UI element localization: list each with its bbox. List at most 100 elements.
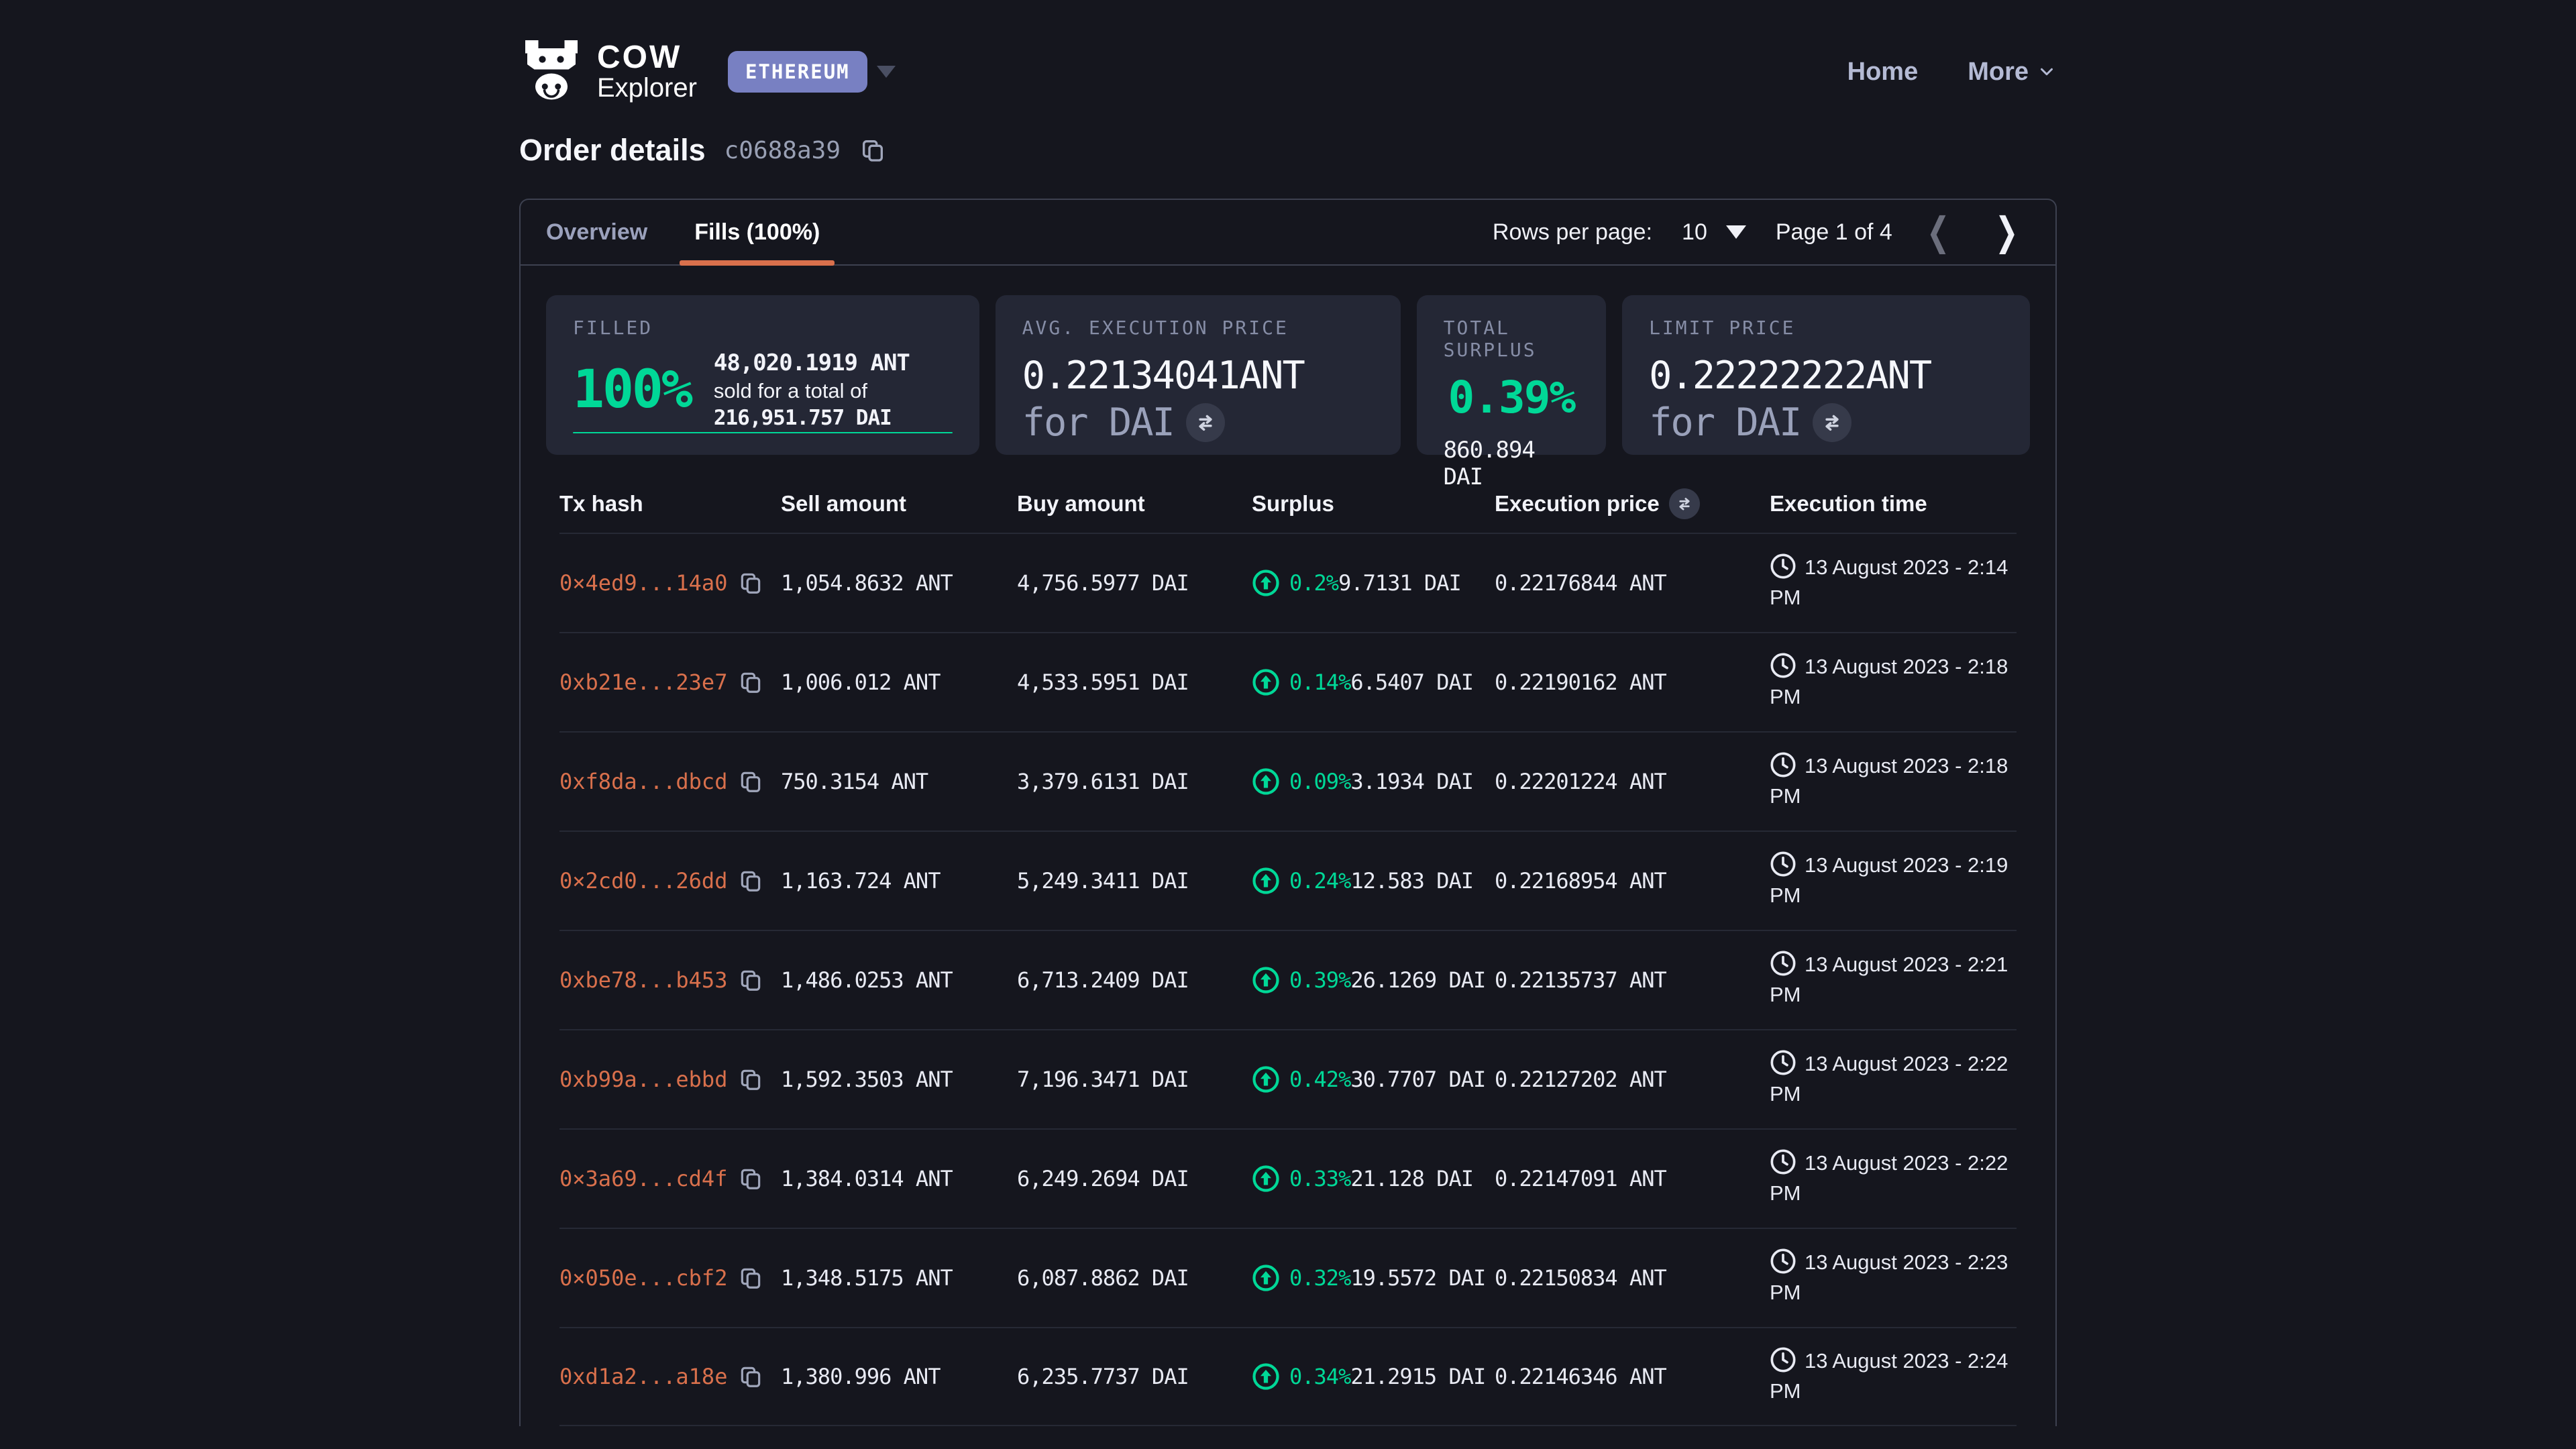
filled-detail: 48,020.1919 ANT sold for a total of 216,…	[714, 348, 953, 432]
total-surplus-amount: 860.894 DAI	[1444, 437, 1579, 490]
surplus-cell: 0.33% 21.128 DAI	[1252, 1165, 1495, 1193]
network-badge[interactable]: ETHEREUM	[728, 51, 867, 93]
tx-hash-link[interactable]: 0xd1a2...a18e	[559, 1364, 727, 1389]
surplus-up-icon	[1252, 569, 1280, 597]
sell-amount-cell: 1,006.012 ANT	[781, 669, 1017, 695]
avg-price-swap-button[interactable]	[1186, 403, 1225, 442]
clock-icon	[1770, 1346, 1796, 1373]
execution-price-cell: 0.22201224 ANT	[1495, 769, 1770, 794]
surplus-up-icon	[1252, 1264, 1280, 1292]
cow-explorer-logo[interactable]: COW Explorer	[519, 38, 697, 106]
logo-subtitle: Explorer	[597, 74, 697, 102]
copy-tx-hash-button[interactable]	[738, 1364, 763, 1389]
buy-amount-cell: 3,379.6131 DAI	[1017, 769, 1252, 794]
tx-hash-cell: 0×3a69...cd4f	[559, 1166, 781, 1191]
copy-tx-hash-button[interactable]	[738, 1265, 763, 1291]
copy-tx-hash-button[interactable]	[738, 868, 763, 894]
surplus-percent: 0.2%	[1289, 570, 1338, 596]
buy-amount-cell: 6,713.2409 DAI	[1017, 967, 1252, 993]
execution-time-cell: 13 August 2023 - 2:14 PM	[1770, 553, 2017, 613]
surplus-cell: 0.42% 30.7707 DAI	[1252, 1065, 1495, 1093]
execution-time-cell: 13 August 2023 - 2:21 PM	[1770, 950, 2017, 1010]
surplus-amount: 19.5572 DAI	[1350, 1265, 1485, 1291]
copy-tx-hash-button[interactable]	[738, 967, 763, 993]
copy-order-id-button[interactable]	[859, 137, 886, 164]
nav-home[interactable]: Home	[1847, 58, 1919, 87]
rows-per-page-label: Rows per page:	[1493, 219, 1652, 246]
col-tx-hash: Tx hash	[559, 491, 781, 517]
avg-price-unit: for DAI	[1022, 400, 1174, 445]
cow-logo-icon	[519, 38, 584, 106]
tx-hash-link[interactable]: 0xb99a...ebbd	[559, 1067, 727, 1092]
copy-tx-hash-button[interactable]	[738, 1067, 763, 1092]
surplus-up-icon	[1252, 867, 1280, 895]
limit-price-value: 0.22222222ANT	[1649, 354, 2003, 398]
page-title: Order details	[519, 133, 706, 168]
sold-prefix: sold for a total of	[714, 379, 867, 402]
execution-price-cell: 0.22135737 ANT	[1495, 967, 1770, 993]
clock-icon	[1770, 851, 1796, 877]
rows-per-page-select[interactable]: 10	[1682, 219, 1746, 246]
table-row: 0×050e...cbf2 1,348.5175 ANT 6,087.8862 …	[559, 1228, 2017, 1327]
tx-hash-cell: 0xbe78...b453	[559, 967, 781, 993]
page-title-row: Order details c0688a39	[519, 133, 2057, 168]
limit-price-card: LIMIT PRICE 0.22222222ANT for DAI	[1622, 295, 2030, 455]
buy-amount-cell: 7,196.3471 DAI	[1017, 1067, 1252, 1092]
limit-price-swap-button[interactable]	[1813, 403, 1851, 442]
tx-hash-link[interactable]: 0xb21e...23e7	[559, 669, 727, 695]
fills-table-header: Tx hash Sell amount Buy amount Surplus E…	[559, 475, 2017, 533]
filled-amount: 48,020.1919 ANT	[714, 350, 910, 376]
prev-page-button[interactable]: ❮	[1927, 213, 1950, 252]
execution-time-text: 13 August 2023 - 2:18 PM	[1770, 754, 2008, 808]
table-row: 0xf8da...dbcd 750.3154 ANT 3,379.6131 DA…	[559, 731, 2017, 830]
surplus-percent: 0.39%	[1289, 967, 1350, 993]
execution-time-cell: 13 August 2023 - 2:22 PM	[1770, 1148, 2017, 1209]
nav-more[interactable]: More	[1968, 58, 2057, 87]
col-buy-amount: Buy amount	[1017, 491, 1252, 517]
execution-time-cell: 13 August 2023 - 2:19 PM	[1770, 851, 2017, 911]
execution-price-cell: 0.22147091 ANT	[1495, 1166, 1770, 1191]
tx-hash-link[interactable]: 0×050e...cbf2	[559, 1265, 727, 1291]
tx-hash-link[interactable]: 0xf8da...dbcd	[559, 769, 727, 794]
order-id: c0688a39	[724, 137, 841, 164]
filled-progress-bar	[573, 432, 953, 433]
copy-tx-hash-button[interactable]	[738, 1166, 763, 1191]
copy-tx-hash-button[interactable]	[738, 669, 763, 695]
clock-icon	[1770, 652, 1796, 679]
chevron-down-icon	[2037, 62, 2057, 82]
sell-amount-cell: 1,163.724 ANT	[781, 868, 1017, 894]
next-page-button[interactable]: ❯	[1995, 213, 2019, 252]
tx-hash-link[interactable]: 0×2cd0...26dd	[559, 868, 727, 894]
app-header: COW Explorer ETHEREUM Home More	[519, 0, 2057, 114]
avg-execution-price-card: AVG. EXECUTION PRICE 0.22134041ANT for D…	[996, 295, 1401, 455]
surplus-amount: 26.1269 DAI	[1350, 967, 1485, 993]
col-execution-time: Execution time	[1770, 491, 2017, 517]
tx-hash-cell: 0xd1a2...a18e	[559, 1364, 781, 1389]
buy-amount-cell: 6,249.2694 DAI	[1017, 1166, 1252, 1191]
tx-hash-link[interactable]: 0xbe78...b453	[559, 967, 727, 993]
buy-amount-cell: 4,533.5951 DAI	[1017, 669, 1252, 695]
copy-tx-hash-button[interactable]	[738, 769, 763, 794]
surplus-cell: 0.14% 6.5407 DAI	[1252, 668, 1495, 696]
sell-amount-cell: 1,384.0314 ANT	[781, 1166, 1017, 1191]
tx-hash-cell: 0×2cd0...26dd	[559, 868, 781, 894]
page-indicator: Page 1 of 4	[1776, 219, 1892, 246]
tx-hash-link[interactable]: 0×4ed9...14a0	[559, 570, 727, 596]
tab-overview[interactable]: Overview	[531, 200, 662, 264]
surplus-amount: 12.583 DAI	[1350, 868, 1473, 894]
sold-total: 216,951.757 DAI	[714, 406, 892, 430]
surplus-cell: 0.32% 19.5572 DAI	[1252, 1264, 1495, 1292]
surplus-up-icon	[1252, 1165, 1280, 1193]
tx-hash-link[interactable]: 0×3a69...cd4f	[559, 1166, 727, 1191]
col-sell-amount: Sell amount	[781, 491, 1017, 517]
surplus-percent: 0.24%	[1289, 868, 1350, 894]
network-selector[interactable]: ETHEREUM	[728, 51, 896, 93]
tab-fills[interactable]: Fills (100%)	[680, 200, 835, 264]
copy-tx-hash-button[interactable]	[738, 570, 763, 596]
price-invert-button[interactable]	[1669, 488, 1700, 519]
execution-time-text: 13 August 2023 - 2:23 PM	[1770, 1250, 2008, 1304]
sell-amount-cell: 1,380.996 ANT	[781, 1364, 1017, 1389]
sell-amount-cell: 1,348.5175 ANT	[781, 1265, 1017, 1291]
surplus-amount: 21.128 DAI	[1350, 1166, 1473, 1191]
logo-title: COW	[597, 42, 697, 74]
